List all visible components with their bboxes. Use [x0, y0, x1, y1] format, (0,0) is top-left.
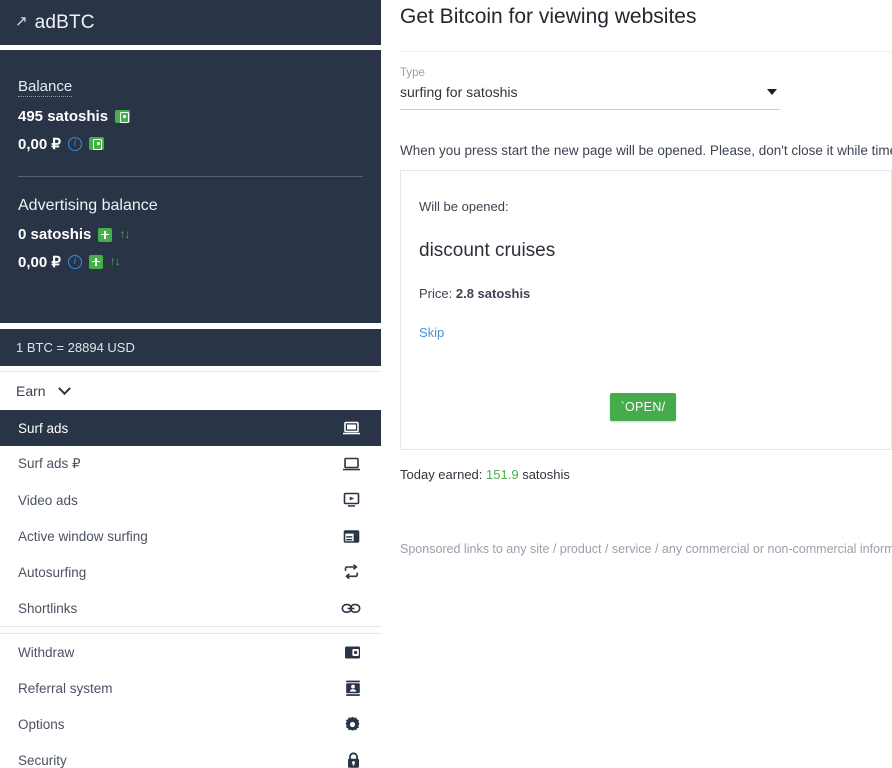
balance-fiat-row: 0,00 ₽ i	[18, 133, 363, 154]
sidebar-item-label: Referral system	[18, 680, 113, 696]
type-select-control[interactable]: surfing for satoshis	[400, 84, 780, 110]
loop-arrows-icon	[342, 564, 361, 580]
sidebar-item-label: Options	[18, 716, 65, 732]
sidebar-item-withdraw[interactable]: Withdraw	[0, 634, 381, 670]
balance-fiat-value: 0,00 ₽	[18, 135, 61, 153]
today-earned: Today earned: 151.9 satoshis	[400, 467, 892, 482]
nav-group-earn: Earn Surf ads Surf ads ₽ Video ads Activ…	[0, 371, 381, 627]
card-price-label: Price:	[419, 286, 453, 301]
info-icon[interactable]: i	[67, 136, 82, 151]
wallet-icon[interactable]	[88, 137, 104, 150]
balance-label: Balance	[18, 78, 73, 97]
sidebar-item-label: Withdraw	[18, 644, 75, 660]
sidebar-item-shortlinks[interactable]: Shortlinks	[0, 590, 381, 626]
arrow-up-right-icon: ↗	[15, 13, 28, 30]
brand-bar[interactable]: ↗ adBTC	[0, 0, 381, 45]
timer-notice: When you press start the new page will b…	[400, 143, 892, 158]
sidebar-item-security[interactable]: Security	[0, 742, 381, 768]
nav-group-account: Withdraw Referral system Options Securit…	[0, 633, 381, 768]
nav-section-earn-header[interactable]: Earn	[0, 372, 381, 410]
balance-satoshis-value: 495 satoshis	[18, 108, 109, 125]
open-button[interactable]: `OPEN/	[610, 393, 676, 421]
sidebar-item-video-ads[interactable]: Video ads	[0, 482, 381, 518]
sidebar-item-label: Video ads	[18, 492, 78, 508]
type-select-value: surfing for satoshis	[400, 84, 518, 100]
exchange-arrows-icon[interactable]: ↑↓	[110, 254, 124, 269]
today-earned-amount: 151.9	[486, 467, 519, 482]
skip-link[interactable]: Skip	[419, 325, 444, 340]
type-select-field[interactable]: Type surfing for satoshis	[400, 67, 780, 110]
brand-name: adBTC	[34, 11, 95, 33]
card-kicker: Will be opened:	[419, 199, 509, 214]
sidebar-item-label: Autosurfing	[18, 564, 87, 580]
sidebar-item-surf-ads-rub[interactable]: Surf ads ₽	[0, 446, 381, 482]
advertising-fiat-row: 0,00 ₽ i ↑↓	[18, 251, 363, 272]
contact-card-icon	[345, 680, 361, 697]
sidebar-item-referral-system[interactable]: Referral system	[0, 670, 381, 706]
sidebar-item-surf-ads[interactable]: Surf ads	[0, 410, 381, 446]
app-root: ↗ adBTC Balance 495 satoshis 0,00 ₽ i Ad…	[0, 0, 892, 768]
window-layout-icon	[342, 529, 361, 544]
advertising-fiat-value: 0,00 ₽	[18, 253, 61, 271]
main-content: Get Bitcoin for viewing websites Type su…	[381, 0, 892, 768]
sponsor-note: Sponsored links to any site / product / …	[400, 542, 892, 556]
btc-rate-bar: 1 BTC = 28894 USD	[0, 329, 381, 366]
plus-icon[interactable]	[98, 227, 113, 242]
advertising-balance-label: Advertising balance	[18, 197, 158, 214]
laptop-icon	[342, 457, 361, 472]
link-icon	[341, 602, 361, 615]
laptop-icon	[342, 421, 361, 436]
btc-rate-text: 1 BTC = 28894 USD	[16, 340, 135, 355]
wallet-icon[interactable]	[115, 110, 131, 123]
info-icon[interactable]: i	[67, 254, 82, 269]
chevron-down-icon	[767, 89, 777, 95]
task-card: Will be opened: discount cruises Price: …	[400, 170, 892, 450]
today-earned-label: Today earned:	[400, 467, 483, 482]
wallet-icon	[344, 645, 361, 660]
card-site-name: discount cruises	[419, 240, 556, 261]
type-select-caption: Type	[400, 67, 425, 79]
sidebar-item-label: Surf ads ₽	[18, 456, 81, 471]
advertising-satoshis-row: 0 satoshis ↑↓	[18, 224, 363, 245]
plus-icon[interactable]	[88, 254, 103, 269]
card-price-value: 2.8 satoshis	[455, 286, 531, 301]
today-earned-unit: satoshis	[522, 467, 570, 482]
nav-section-earn-label: Earn	[16, 383, 46, 399]
sidebar-item-active-window-surfing[interactable]: Active window surfing	[0, 518, 381, 554]
page-title: Get Bitcoin for viewing websites	[400, 5, 697, 28]
sidebar-item-autosurfing[interactable]: Autosurfing	[0, 554, 381, 590]
video-monitor-icon	[342, 492, 361, 508]
sidebar-item-label: Surf ads	[18, 420, 69, 436]
advertising-satoshis-value: 0 satoshis	[18, 226, 92, 243]
exchange-arrows-icon[interactable]: ↑↓	[119, 227, 133, 242]
balance-satoshis-row: 495 satoshis	[18, 106, 363, 127]
sidebar-item-label: Security	[18, 752, 67, 768]
lock-icon	[346, 751, 361, 768]
balance-divider	[18, 176, 363, 177]
sidebar-item-label: Shortlinks	[18, 600, 78, 616]
title-divider	[400, 51, 892, 52]
balance-panel: Balance 495 satoshis 0,00 ₽ i Advertisin…	[0, 50, 381, 323]
sidebar-item-options[interactable]: Options	[0, 706, 381, 742]
chevron-down-icon	[57, 381, 71, 395]
gear-icon	[344, 716, 361, 733]
card-price: Price: 2.8 satoshis	[419, 286, 891, 301]
sidebar-item-label: Active window surfing	[18, 528, 148, 544]
sidebar: ↗ adBTC Balance 495 satoshis 0,00 ₽ i Ad…	[0, 0, 381, 768]
